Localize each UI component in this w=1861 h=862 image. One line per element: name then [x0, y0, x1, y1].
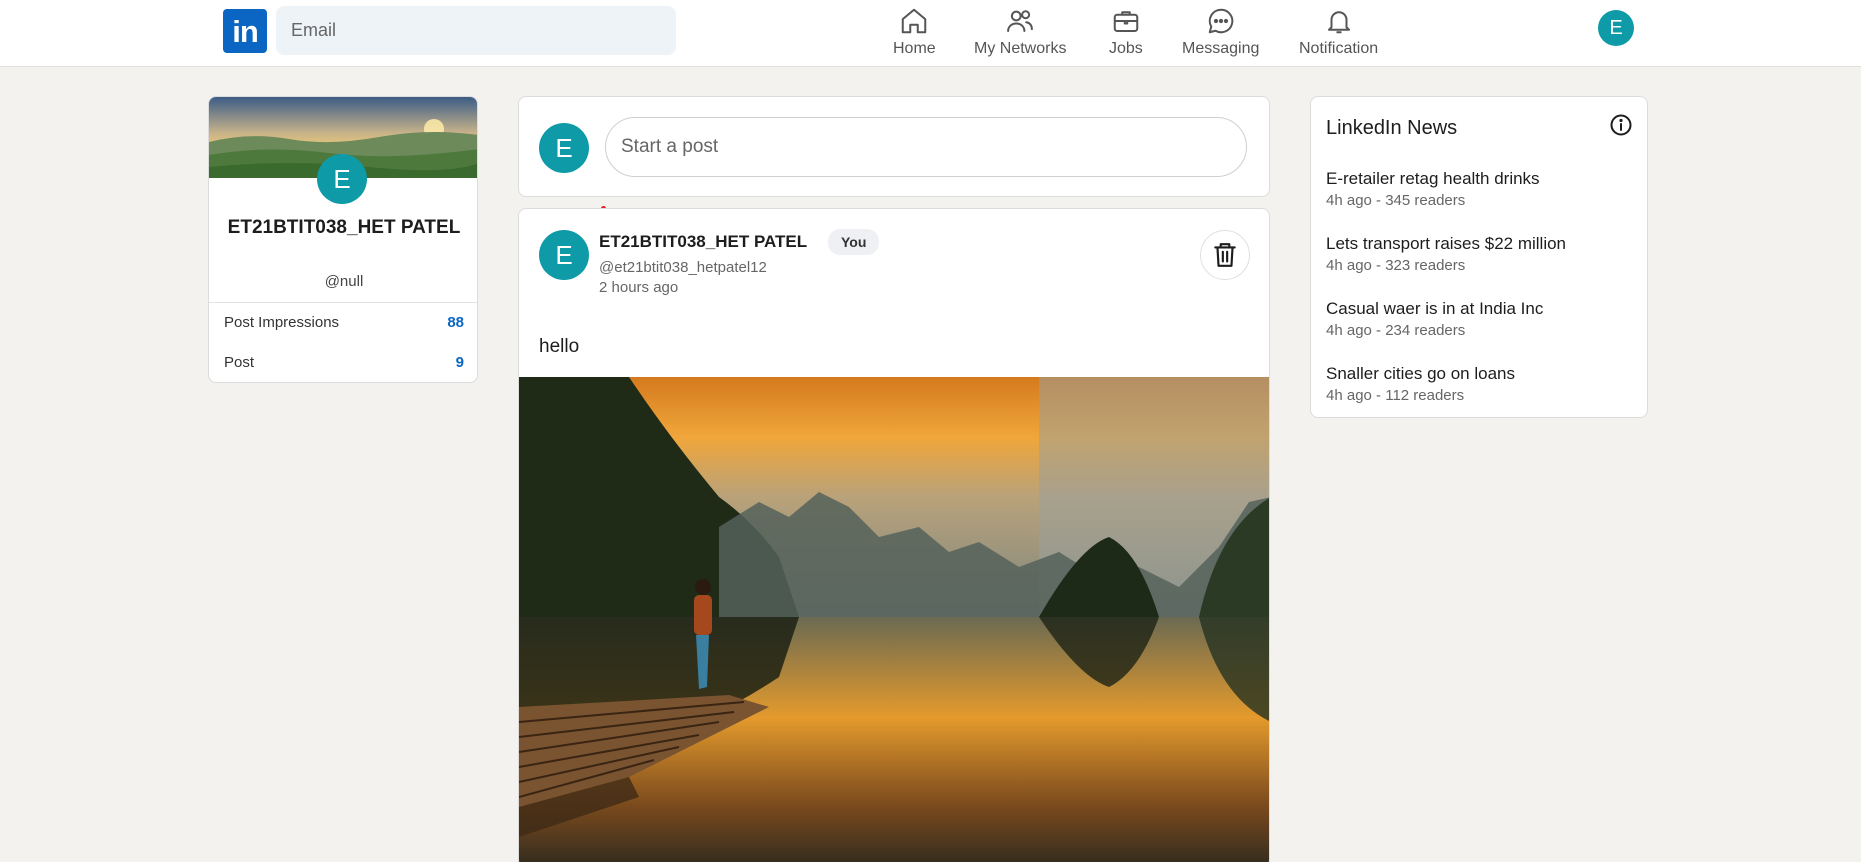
profile-handle: @null	[324, 273, 364, 290]
news-meta: 4h ago - 323 readers	[1326, 257, 1466, 274]
news-meta: 4h ago - 345 readers	[1326, 192, 1466, 209]
stat-value: 9	[455, 354, 464, 371]
post-author-handle: @et21btit038_hetpatel12	[599, 259, 767, 276]
news-item[interactable]: Snaller cities go on loans 4h ago - 112 …	[1326, 364, 1636, 404]
user-avatar-button[interactable]: E	[1598, 10, 1634, 46]
stat-post-impressions[interactable]: Post Impressions 88	[224, 314, 464, 331]
people-icon	[1007, 10, 1034, 32]
feed-post: E ET21BTIT038_HET PATEL You @et21btit038…	[518, 208, 1270, 862]
start-post-card: E Start a post	[518, 96, 1270, 197]
chat-icon	[1208, 8, 1233, 34]
nav-my-networks-label: My Networks	[974, 40, 1067, 57]
home-icon	[902, 8, 927, 34]
post-image[interactable]	[519, 377, 1270, 862]
news-headline: E-retailer retag health drinks	[1326, 169, 1540, 188]
nav-jobs-label: Jobs	[1109, 40, 1143, 57]
post-author-name[interactable]: ET21BTIT038_HET PATEL	[599, 232, 807, 252]
start-post-input[interactable]: Start a post	[605, 117, 1247, 177]
composer-avatar: E	[539, 123, 589, 173]
news-item[interactable]: Casual waer is in at India Inc 4h ago - …	[1326, 299, 1636, 339]
news-item[interactable]: E-retailer retag health drinks 4h ago - …	[1326, 169, 1636, 209]
post-timestamp: 2 hours ago	[599, 279, 679, 296]
nav-home-label: Home	[893, 40, 936, 57]
nav-notification-label: Notification	[1299, 40, 1379, 57]
nav-my-networks[interactable]: My Networks	[974, 6, 1066, 58]
linkedin-logo[interactable]: in	[223, 9, 267, 53]
nav-messaging-label: Messaging	[1182, 40, 1260, 57]
nav-home[interactable]: Home	[893, 6, 936, 58]
search-input[interactable]	[276, 6, 676, 55]
post-author-avatar[interactable]: E	[539, 230, 589, 280]
news-item[interactable]: Lets transport raises $22 million 4h ago…	[1326, 234, 1636, 274]
top-navigation-bar: in Home My Networks Jobs	[0, 0, 1861, 67]
news-headline: Lets transport raises $22 million	[1326, 234, 1567, 253]
news-headline: Casual waer is in at India Inc	[1326, 299, 1544, 318]
you-badge: You	[828, 229, 880, 255]
bell-icon	[1327, 11, 1350, 34]
stat-post[interactable]: Post 9	[224, 354, 464, 371]
info-icon[interactable]	[1609, 113, 1633, 137]
stat-label: Post Impressions	[224, 314, 340, 331]
stat-value: 88	[447, 314, 464, 331]
delete-post-button[interactable]	[1200, 230, 1250, 280]
nav-jobs[interactable]: Jobs	[1109, 6, 1143, 58]
stat-label: Post	[224, 354, 255, 371]
nav-notification[interactable]: Notification	[1299, 6, 1378, 58]
profile-name[interactable]: ET21BTIT038_HET PATEL	[209, 213, 477, 243]
briefcase-icon	[1113, 11, 1139, 32]
trash-icon	[1214, 243, 1236, 267]
profile-avatar[interactable]: E	[317, 154, 367, 204]
news-headline: Snaller cities go on loans	[1326, 364, 1516, 383]
post-text: hello	[539, 336, 580, 357]
profile-divider	[209, 302, 477, 303]
news-meta: 4h ago - 234 readers	[1326, 322, 1466, 339]
profile-card: E ET21BTIT038_HET PATEL @null Post Impre…	[208, 96, 478, 383]
news-meta: 4h ago - 112 readers	[1326, 387, 1465, 404]
news-title: LinkedIn News	[1326, 117, 1458, 139]
nav-messaging[interactable]: Messaging	[1182, 6, 1259, 58]
news-card: LinkedIn News E-retailer retag health dr…	[1310, 96, 1648, 418]
